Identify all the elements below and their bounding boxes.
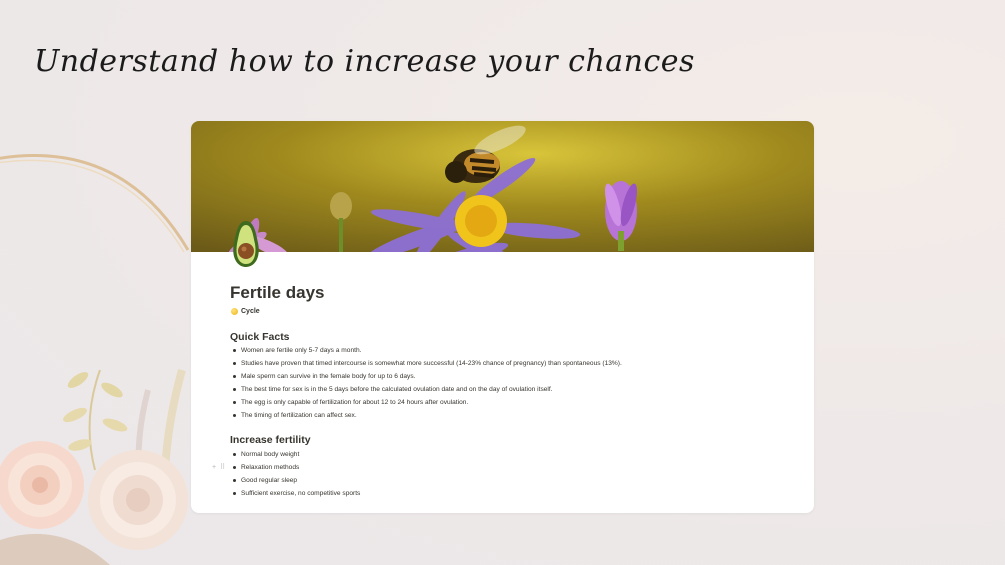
- list-item[interactable]: Sufficient exercise, no competitive spor…: [231, 487, 360, 500]
- list-item[interactable]: Studies have proven that timed intercour…: [231, 357, 622, 370]
- avocado-icon[interactable]: [229, 219, 263, 269]
- list-item[interactable]: The egg is only capable of fertilization…: [231, 396, 622, 409]
- page-headline: Understand how to increase your chances: [34, 44, 695, 79]
- cycle-relation-link[interactable]: Cycle: [231, 308, 260, 315]
- floral-decoration: [0, 154, 190, 565]
- cover-image[interactable]: [191, 121, 814, 252]
- block-drag-handle-icon[interactable]: + ⠿: [212, 463, 226, 471]
- relation-label: Cycle: [241, 308, 260, 315]
- yellow-circle-icon: [231, 308, 238, 315]
- list-item[interactable]: Relaxation methods: [231, 461, 360, 474]
- quick-facts-list: Women are fertile only 5-7 days a month.…: [231, 344, 622, 422]
- list-item[interactable]: Good regular sleep: [231, 474, 360, 487]
- notion-page-card: Fertile days Cycle Quick Facts Women are…: [191, 121, 814, 513]
- list-item[interactable]: Normal body weight: [231, 448, 360, 461]
- page-title: Fertile days: [230, 283, 325, 302]
- list-item[interactable]: Male sperm can survive in the female bod…: [231, 370, 622, 383]
- list-item[interactable]: The timing of fertilization can affect s…: [231, 409, 622, 422]
- list-item[interactable]: Women are fertile only 5-7 days a month.: [231, 344, 622, 357]
- increase-fertility-heading: Increase fertility: [230, 434, 311, 446]
- quick-facts-heading: Quick Facts: [230, 331, 290, 343]
- list-item[interactable]: The best time for sex is in the 5 days b…: [231, 383, 622, 396]
- increase-fertility-list: Normal body weight Relaxation methods Go…: [231, 448, 360, 500]
